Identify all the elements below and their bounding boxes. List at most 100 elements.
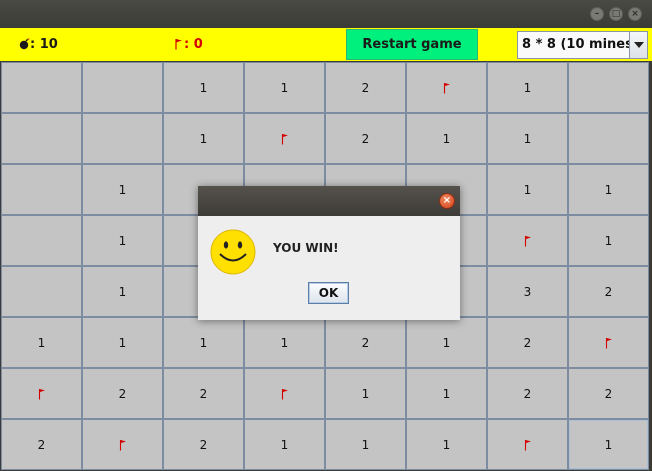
board-cell[interactable] (487, 215, 568, 266)
board-cell[interactable] (568, 113, 649, 164)
board-cell[interactable]: 1 (406, 113, 487, 164)
board-cell[interactable] (244, 113, 325, 164)
cell-number: 2 (604, 386, 613, 401)
board-cell[interactable] (1, 266, 82, 317)
board-cell[interactable]: 2 (325, 317, 406, 368)
cell-number: 1 (118, 335, 127, 350)
board-cell[interactable]: 2 (163, 368, 244, 419)
board-cell[interactable]: 1 (487, 62, 568, 113)
board-cell[interactable]: 2 (82, 368, 163, 419)
difficulty-selected-value: 8 * 8 (10 mines) (522, 37, 639, 52)
bomb-icon (18, 37, 30, 52)
board-cell[interactable] (82, 419, 163, 470)
cell-number: 1 (442, 131, 451, 146)
board-cell[interactable]: 1 (163, 317, 244, 368)
board-cell[interactable] (82, 113, 163, 164)
cell-number: 2 (37, 437, 46, 452)
flag-icon (281, 133, 289, 145)
cell-number: 2 (199, 386, 208, 401)
board-cell[interactable]: 1 (487, 164, 568, 215)
board-cell[interactable]: 1 (568, 215, 649, 266)
board-cell[interactable]: 2 (568, 266, 649, 317)
board-cell[interactable]: 1 (406, 368, 487, 419)
board-cell[interactable]: 2 (1, 419, 82, 470)
cell-number: 1 (361, 437, 370, 452)
smiley-icon (210, 229, 256, 279)
dialog-close-button[interactable]: × (439, 193, 455, 209)
dialog-body: YOU WIN! OK (198, 216, 460, 320)
board-cell[interactable]: 1 (82, 266, 163, 317)
board-cell[interactable] (1, 368, 82, 419)
dialog-titlebar: × (198, 186, 460, 216)
board-cell[interactable]: 1 (163, 113, 244, 164)
dialog-message: YOU WIN! (273, 241, 339, 255)
board-cell[interactable]: 1 (82, 215, 163, 266)
mine-counter: : 10 (18, 37, 58, 52)
board-cell[interactable]: 1 (1, 317, 82, 368)
board-cell[interactable]: 1 (406, 317, 487, 368)
flag-icon (443, 82, 451, 94)
win-dialog: × YOU WIN! OK (198, 186, 460, 320)
board-cell[interactable]: 1 (568, 164, 649, 215)
board-cell[interactable]: 2 (325, 113, 406, 164)
flag-icon (605, 337, 613, 349)
cell-number: 1 (442, 335, 451, 350)
board-cell[interactable]: 1 (325, 368, 406, 419)
board-cell[interactable]: 1 (82, 164, 163, 215)
board-cell[interactable]: 1 (82, 317, 163, 368)
board-cell[interactable]: 2 (163, 419, 244, 470)
board-cell[interactable] (1, 164, 82, 215)
board-cell[interactable]: 2 (487, 317, 568, 368)
close-window-button[interactable]: × (628, 7, 642, 21)
flag-icon (38, 388, 46, 400)
flag-count-text: : 0 (184, 37, 203, 52)
board-cell[interactable] (406, 62, 487, 113)
board-cell[interactable] (568, 62, 649, 113)
restart-game-button[interactable]: Restart game (346, 29, 478, 60)
board-cell[interactable]: 2 (487, 368, 568, 419)
board-cell[interactable]: 1 (244, 317, 325, 368)
game-toolbar: : 10 : 0 Restart game 8 * 8 (10 mines) (0, 28, 652, 61)
cell-number: 1 (604, 233, 613, 248)
board-cell[interactable] (487, 419, 568, 470)
ok-button[interactable]: OK (308, 282, 349, 304)
cell-number: 1 (604, 437, 613, 452)
flag-counter: : 0 (174, 37, 203, 52)
cell-number: 1 (523, 80, 532, 95)
board-cell[interactable]: 2 (568, 368, 649, 419)
board-cell[interactable] (1, 62, 82, 113)
cell-number: 2 (361, 80, 370, 95)
board-cell[interactable]: 3 (487, 266, 568, 317)
board-cell[interactable] (244, 368, 325, 419)
flag-icon (524, 439, 532, 451)
board-cell[interactable]: 1 (244, 62, 325, 113)
cell-number: 1 (523, 182, 532, 197)
board-cell[interactable]: 1 (244, 419, 325, 470)
difficulty-select[interactable]: 8 * 8 (10 mines) (517, 31, 648, 59)
mine-count-text: : 10 (30, 37, 58, 52)
chevron-down-icon[interactable] (629, 32, 647, 58)
board-cell[interactable] (1, 215, 82, 266)
cell-number: 2 (523, 335, 532, 350)
cell-number: 1 (604, 182, 613, 197)
cell-number: 1 (118, 284, 127, 299)
board-cell[interactable] (82, 62, 163, 113)
cell-number: 2 (604, 284, 613, 299)
cell-number: 2 (361, 131, 370, 146)
maximize-button[interactable]: □ (609, 7, 623, 21)
board-cell[interactable] (1, 113, 82, 164)
board-cell[interactable]: 2 (325, 62, 406, 113)
board-cell[interactable]: 1 (406, 419, 487, 470)
cell-number: 2 (523, 386, 532, 401)
cell-number: 1 (118, 233, 127, 248)
cell-number: 1 (280, 437, 289, 452)
board-cell[interactable]: 1 (163, 62, 244, 113)
cell-number: 1 (118, 182, 127, 197)
cell-number: 2 (118, 386, 127, 401)
flag-icon (281, 388, 289, 400)
board-cell[interactable]: 1 (568, 419, 649, 470)
board-cell[interactable]: 1 (487, 113, 568, 164)
board-cell[interactable]: 1 (325, 419, 406, 470)
minimize-button[interactable]: – (590, 7, 604, 21)
board-cell[interactable] (568, 317, 649, 368)
